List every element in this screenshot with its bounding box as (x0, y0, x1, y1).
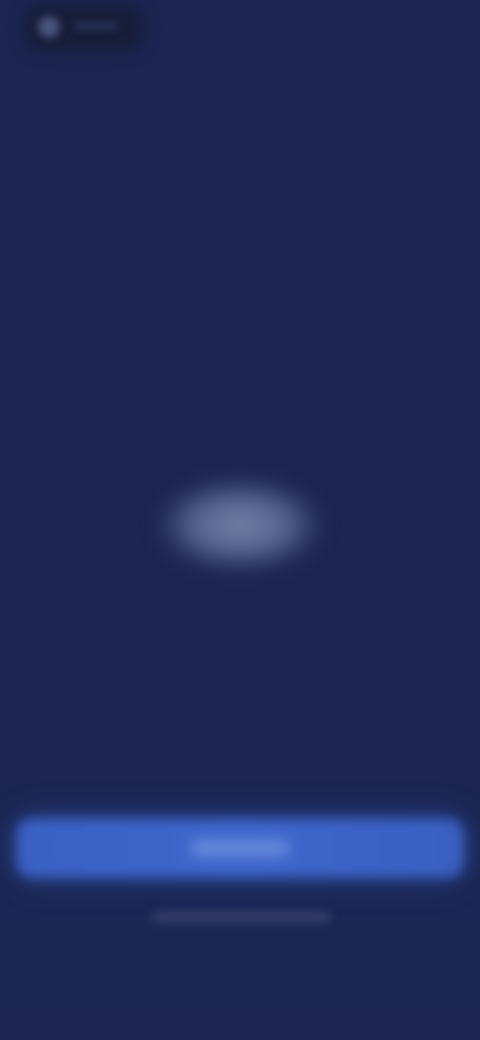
secondary-link[interactable] (146, 906, 336, 928)
brand-label-placeholder (74, 22, 118, 30)
bottom-gradient (0, 760, 480, 1040)
brand-icon (38, 16, 60, 38)
primary-button[interactable] (16, 818, 464, 878)
secondary-link-label (151, 912, 331, 922)
primary-button-label (190, 840, 290, 856)
onboarding-screen (0, 0, 480, 1040)
logo-icon (160, 480, 320, 570)
